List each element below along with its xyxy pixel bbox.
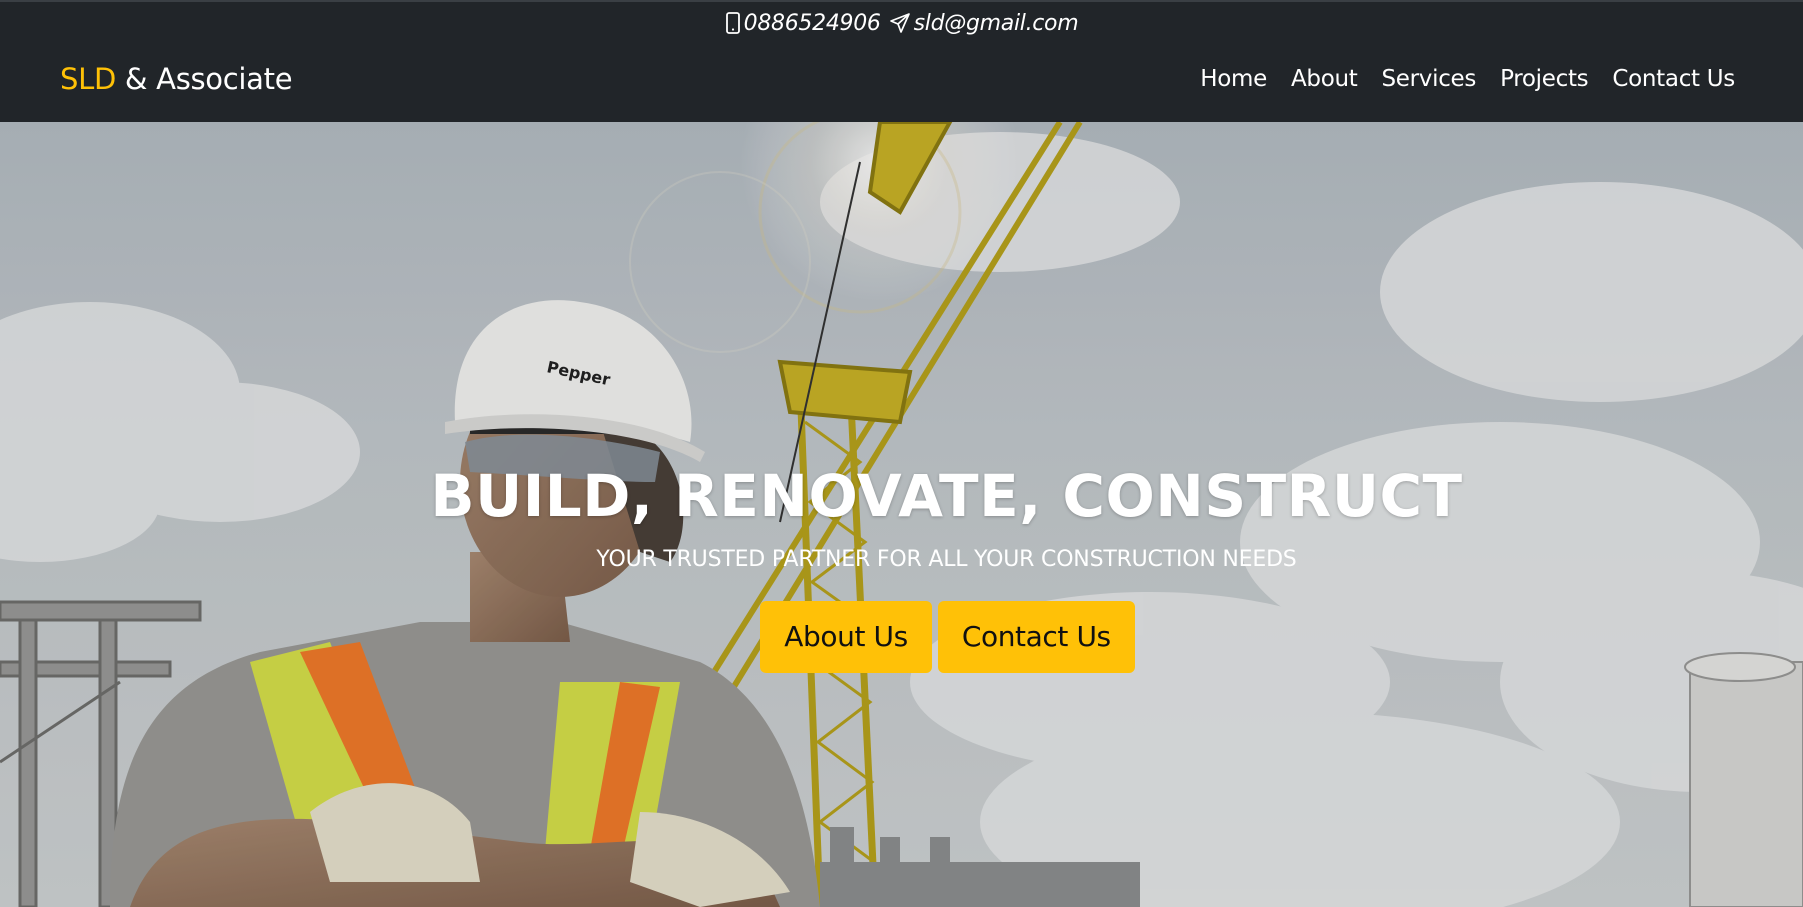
hero-title: BUILD, RENOVATE, CONSTRUCT <box>430 462 1463 530</box>
hero-section: Pepper BUILD, RENOVATE, CONSTRUCT YOUR T… <box>0 122 1803 907</box>
brand-accent: SLD <box>60 62 116 96</box>
nav-link-services[interactable]: Services <box>1382 66 1477 92</box>
brand-name: & Associate <box>116 62 293 96</box>
email-address: sld@gmail.com <box>913 10 1079 36</box>
send-icon <box>889 13 910 33</box>
nav-link-about[interactable]: About <box>1291 66 1358 92</box>
contact-topbar: 0886524906 sld@gmail.com <box>0 0 1803 44</box>
nav-link-projects[interactable]: Projects <box>1500 66 1589 92</box>
hero-content: BUILD, RENOVATE, CONSTRUCT YOUR TRUSTED … <box>0 122 1803 907</box>
nav-links: Home About Services Projects Contact Us <box>1176 66 1735 92</box>
brand-logo[interactable]: SLD & Associate <box>60 62 293 96</box>
phone-icon <box>725 12 740 34</box>
contact-us-button[interactable]: Contact Us <box>937 601 1135 673</box>
main-navbar: SLD & Associate Home About Services Proj… <box>0 44 1803 122</box>
phone-number: 0886524906 <box>743 10 881 36</box>
hero-subtitle: YOUR TRUSTED PARTNER FOR ALL YOUR CONSTR… <box>596 547 1297 572</box>
hero-buttons: About Us Contact Us <box>92 601 1803 673</box>
phone-contact[interactable]: 0886524906 <box>725 11 881 36</box>
nav-link-contact[interactable]: Contact Us <box>1612 66 1735 92</box>
nav-link-home[interactable]: Home <box>1200 66 1267 92</box>
about-us-button[interactable]: About Us <box>760 601 932 673</box>
email-contact[interactable]: sld@gmail.com <box>889 11 1079 36</box>
